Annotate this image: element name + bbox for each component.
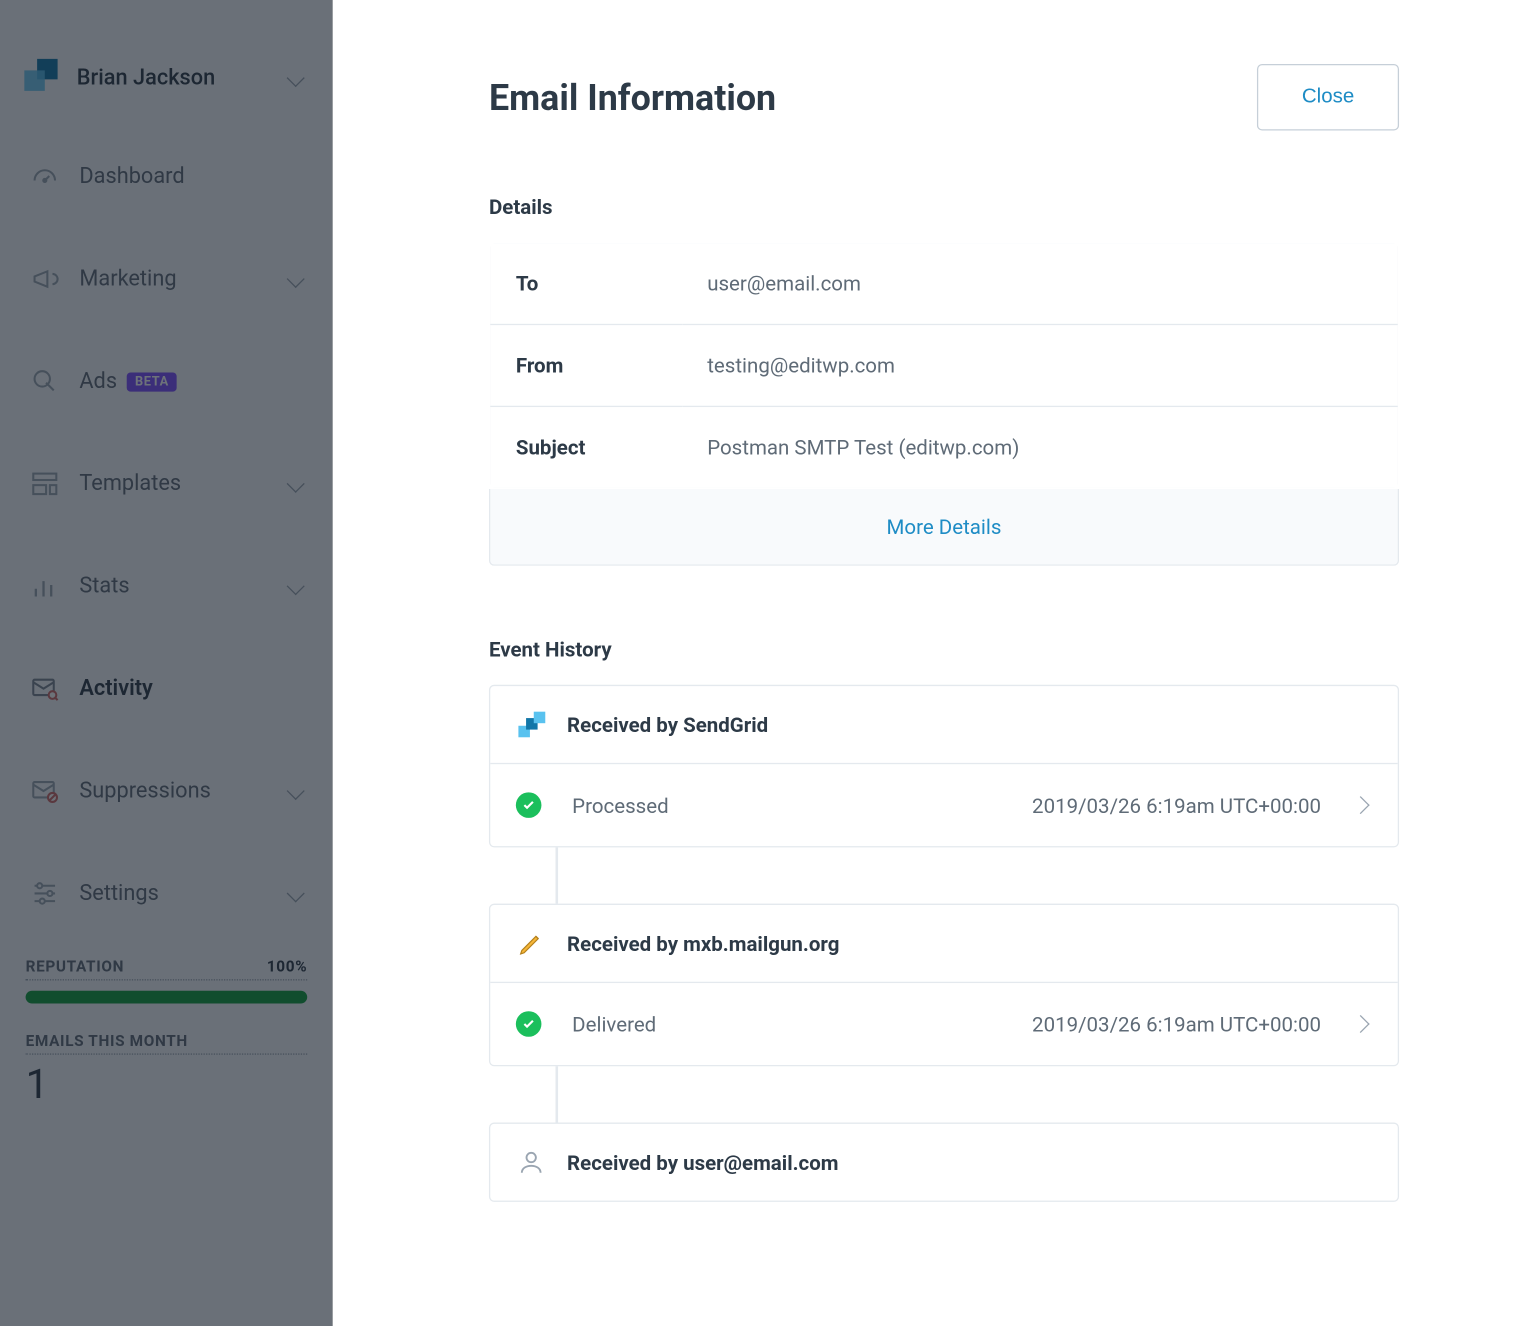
details-value: user@email.com xyxy=(682,243,1399,325)
event-status-label: Delivered xyxy=(572,1012,866,1036)
bar-chart-icon xyxy=(28,570,61,603)
sidebar-item-label: Activity xyxy=(79,676,153,702)
beta-badge: BETA xyxy=(127,372,176,391)
cursor-click-icon xyxy=(28,365,61,398)
sidebar-user-menu[interactable]: Brian Jackson xyxy=(0,31,333,126)
sidebar-item-ads[interactable]: Ads BETA xyxy=(0,330,333,432)
event-card-recipient: Received by user@email.com xyxy=(489,1123,1399,1202)
megaphone-icon xyxy=(28,262,61,295)
sidebar-item-stats[interactable]: Stats xyxy=(0,535,333,637)
event-card-title: Received by user@email.com xyxy=(567,1150,838,1174)
gauge-icon xyxy=(28,160,61,193)
event-connector-line xyxy=(556,1066,559,1122)
sendgrid-icon xyxy=(516,709,547,740)
sidebar: Brian Jackson Dashboard Marketing Ads BE… xyxy=(0,0,333,1326)
details-row-to: To user@email.com xyxy=(490,243,1399,325)
sidebar-item-marketing[interactable]: Marketing xyxy=(0,228,333,330)
event-card-sendgrid: Received by SendGrid Processed 2019/03/2… xyxy=(489,685,1399,848)
event-status-label: Processed xyxy=(572,793,866,817)
chevron-down-icon xyxy=(289,477,307,490)
event-card-title: Received by mxb.mailgun.org xyxy=(567,931,839,955)
details-label: Subject xyxy=(490,406,682,488)
sidebar-user-name: Brian Jackson xyxy=(77,65,215,91)
event-history-heading: Event History xyxy=(489,637,1399,661)
emails-month-count: 1 xyxy=(26,1060,308,1109)
more-details-link[interactable]: More Details xyxy=(887,515,1002,539)
sidebar-item-label: Ads xyxy=(79,369,117,395)
main-panel: Email Information Close Details To user@… xyxy=(333,0,1517,1326)
sidebar-item-settings[interactable]: Settings xyxy=(0,842,333,944)
details-heading: Details xyxy=(489,195,1399,219)
close-button[interactable]: Close xyxy=(1257,64,1399,131)
sidebar-item-label: Templates xyxy=(79,471,181,497)
event-row-delivered[interactable]: Delivered 2019/03/26 6:19am UTC+00:00 xyxy=(490,982,1398,1065)
sidebar-item-label: Suppressions xyxy=(79,778,210,804)
reputation-label: REPUTATION xyxy=(26,957,124,975)
sidebar-item-activity[interactable]: Activity xyxy=(0,637,333,739)
details-value: Postman SMTP Test (editwp.com) xyxy=(682,406,1399,488)
event-card-title: Received by SendGrid xyxy=(567,712,768,736)
chevron-down-icon xyxy=(289,273,307,286)
sidebar-item-templates[interactable]: Templates xyxy=(0,433,333,535)
sidebar-item-label: Marketing xyxy=(79,266,176,292)
details-value: testing@editwp.com xyxy=(682,324,1399,406)
chevron-down-icon xyxy=(289,580,307,593)
emails-month-label: EMAILS THIS MONTH xyxy=(26,1032,308,1055)
event-timestamp: 2019/03/26 6:19am UTC+00:00 xyxy=(1032,793,1321,817)
sliders-icon xyxy=(28,877,61,910)
details-label: From xyxy=(490,324,682,406)
chevron-down-icon xyxy=(289,72,307,85)
event-row-processed[interactable]: Processed 2019/03/26 6:19am UTC+00:00 xyxy=(490,763,1398,846)
event-connector-line xyxy=(556,847,559,903)
event-timestamp: 2019/03/26 6:19am UTC+00:00 xyxy=(1032,1012,1321,1036)
page-title: Email Information xyxy=(489,76,776,118)
sidebar-item-label: Settings xyxy=(79,881,158,907)
event-card-mailgun: Received by mxb.mailgun.org Delivered 20… xyxy=(489,904,1399,1067)
check-circle-icon xyxy=(516,1011,542,1037)
sidebar-item-dashboard[interactable]: Dashboard xyxy=(0,125,333,227)
check-circle-icon xyxy=(516,792,542,818)
details-row-from: From testing@editwp.com xyxy=(490,324,1399,406)
chevron-down-icon xyxy=(289,785,307,798)
reputation-progress-bar xyxy=(26,991,308,1004)
person-icon xyxy=(516,1147,547,1178)
details-label: To xyxy=(490,243,682,325)
pencil-icon xyxy=(516,928,547,959)
reputation-value: 100% xyxy=(267,957,307,975)
layout-icon xyxy=(28,467,61,500)
mail-blocked-icon xyxy=(28,774,61,807)
mail-search-icon xyxy=(28,672,61,705)
chevron-down-icon xyxy=(289,887,307,900)
sidebar-item-suppressions[interactable]: Suppressions xyxy=(0,740,333,842)
sidebar-item-label: Dashboard xyxy=(79,164,184,190)
details-table: To user@email.com From testing@editwp.co… xyxy=(489,242,1399,489)
sidebar-item-label: Stats xyxy=(79,573,129,599)
brand-logo-icon xyxy=(23,59,61,97)
sidebar-reputation-block: REPUTATION 100% EMAILS THIS MONTH 1 xyxy=(0,957,333,1108)
details-row-subject: Subject Postman SMTP Test (editwp.com) xyxy=(490,406,1399,488)
chevron-right-icon xyxy=(1354,1018,1372,1031)
more-details-row: More Details xyxy=(489,489,1399,566)
chevron-right-icon xyxy=(1354,799,1372,812)
